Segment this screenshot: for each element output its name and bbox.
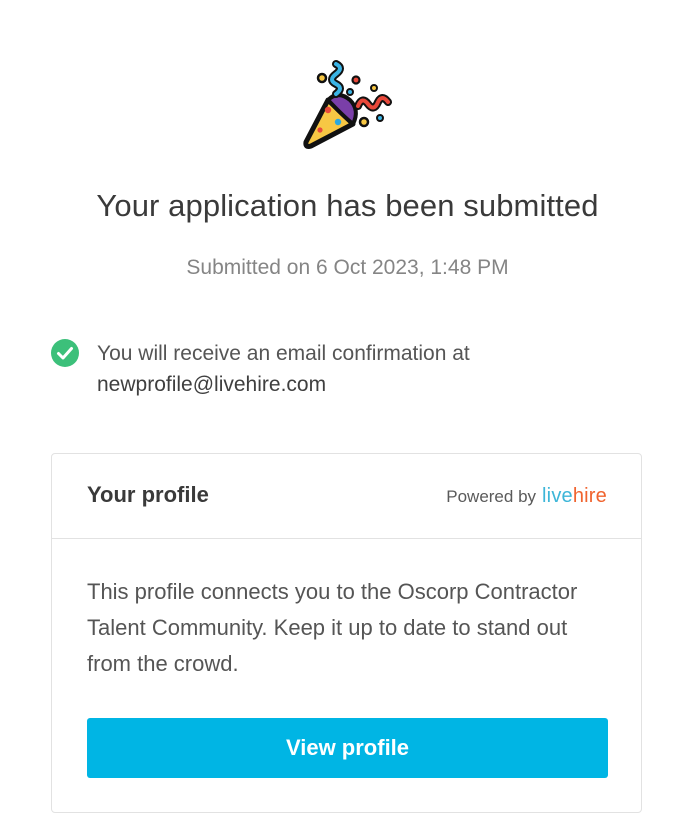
- party-popper-icon: [298, 56, 398, 156]
- page-title: Your application has been submitted: [96, 188, 599, 223]
- brand-part-live: live: [542, 485, 573, 507]
- profile-card-header: Your profile Powered by livehire: [52, 454, 641, 539]
- confirmation-email: newprofile@livehire.com: [97, 373, 327, 396]
- submitted-timestamp: Submitted on 6 Oct 2023, 1:48 PM: [186, 256, 509, 279]
- profile-card: Your profile Powered by livehire This pro…: [51, 453, 642, 813]
- brand-part-hire: hire: [572, 485, 607, 507]
- powered-by: Powered by livehire: [446, 485, 607, 508]
- powered-by-label: Powered by: [446, 487, 537, 506]
- view-profile-button[interactable]: View profile: [87, 718, 608, 778]
- check-circle-icon: [51, 339, 79, 367]
- confirmation-text: You will receive an email confirmation a…: [97, 342, 470, 365]
- profile-card-title: Your profile: [87, 482, 209, 507]
- livehire-logo: livehire: [542, 485, 607, 507]
- profile-card-description: This profile connects you to the Oscorp …: [87, 579, 578, 676]
- confirmation-message: You will receive an email confirmation a…: [97, 338, 617, 400]
